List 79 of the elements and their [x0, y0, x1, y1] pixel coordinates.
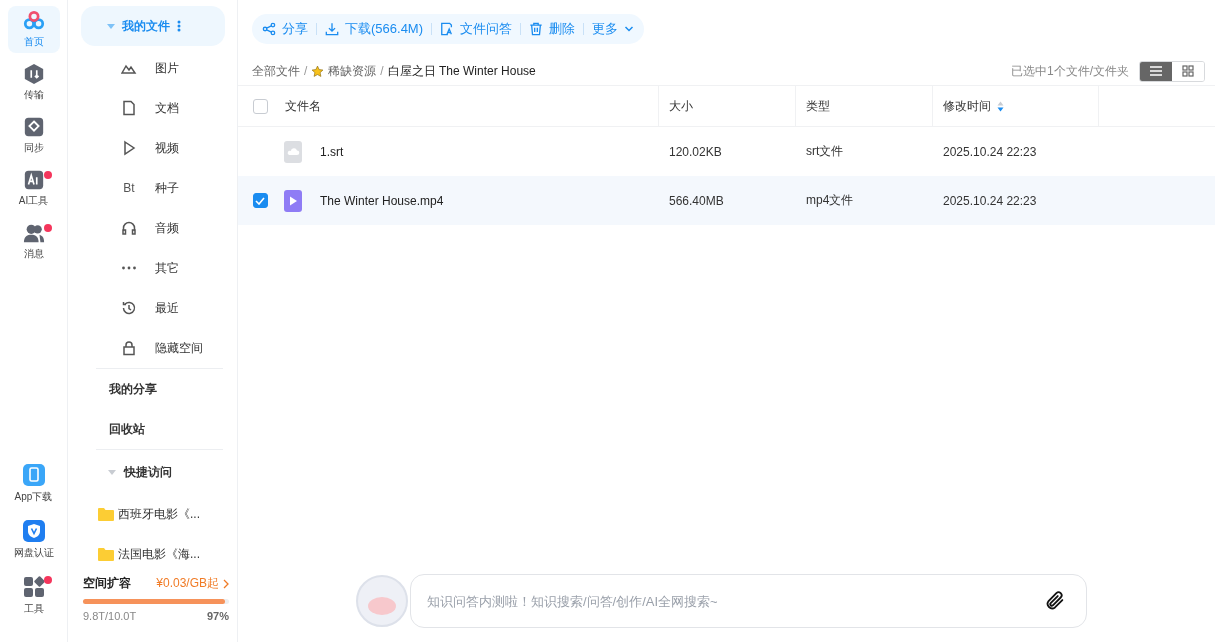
- category-item[interactable]: 音频: [81, 208, 225, 248]
- storage-percent: 97%: [206, 610, 229, 622]
- ai-icon: [22, 169, 45, 191]
- folder-item[interactable]: 西班牙电影《...: [81, 494, 225, 534]
- rail-item[interactable]: 工具: [7, 570, 60, 620]
- file-type: srt文件: [806, 143, 844, 160]
- category-item[interactable]: 隐藏空间: [81, 328, 225, 368]
- chevron-down-icon: [624, 24, 635, 34]
- caret-icon: [107, 23, 115, 29]
- play-icon: [121, 140, 137, 156]
- more-vertical-icon[interactable]: [177, 20, 181, 32]
- rings-logo-icon: [22, 10, 45, 32]
- row-checkbox[interactable]: [252, 193, 268, 208]
- folder-icon: [98, 507, 114, 521]
- rail-item[interactable]: App下载: [7, 458, 60, 508]
- quick-access-header[interactable]: 快捷访问: [81, 450, 225, 494]
- list-view-button[interactable]: [1140, 61, 1172, 81]
- transfer-icon: [22, 63, 45, 85]
- sidebar-link[interactable]: 我的分享: [81, 369, 225, 409]
- file-name[interactable]: 1.srt: [320, 144, 344, 159]
- tiles-icon: [21, 574, 46, 599]
- people-icon: [22, 222, 45, 244]
- sync-icon: [22, 116, 45, 138]
- file-size: 120.02KB: [669, 144, 722, 159]
- category-item[interactable]: 视频: [81, 128, 225, 168]
- bt-icon: Bt: [121, 181, 137, 195]
- folder-icon: [98, 547, 114, 561]
- chevron-right-icon[interactable]: [223, 578, 229, 589]
- column-header[interactable]: 大小: [669, 97, 693, 115]
- category-item[interactable]: 文档: [81, 88, 225, 128]
- lock-icon: [121, 340, 137, 356]
- category-item[interactable]: Bt 种子: [81, 168, 225, 208]
- shield-v-icon: [21, 518, 46, 543]
- rail-item[interactable]: 传输: [7, 59, 60, 106]
- clock-icon: [121, 300, 137, 316]
- phone-icon: [21, 462, 46, 487]
- category-item[interactable]: 最近: [81, 288, 225, 328]
- file-row[interactable]: The Winter House.mp4 566.40MB mp4文件 2025.10.24 22:23: [238, 176, 1215, 225]
- rail-item[interactable]: 消息: [7, 218, 60, 265]
- list-icon: [1149, 65, 1163, 77]
- download-icon: [325, 22, 339, 36]
- headphones-icon: [121, 220, 137, 236]
- document-icon: [121, 100, 137, 116]
- sort-icon[interactable]: [997, 100, 1004, 112]
- file-size: 566.40MB: [669, 193, 724, 208]
- rail-item[interactable]: AI工具: [7, 165, 60, 212]
- grid-icon: [1182, 65, 1194, 77]
- ai-search-bar[interactable]: 知识问答内测啦！知识搜索/问答/创作/AI全网搜索~: [410, 574, 1087, 628]
- storage-expand-label: 空间扩容: [83, 575, 131, 592]
- category-item[interactable]: 其它: [81, 248, 225, 288]
- column-header[interactable]: 类型: [806, 97, 830, 115]
- file-row[interactable]: 1.srt 120.02KB srt文件 2025.10.24 22:23: [238, 127, 1215, 176]
- modified-time: 2025.10.24 22:23: [943, 193, 1037, 208]
- file-name[interactable]: The Winter House.mp4: [320, 193, 444, 208]
- column-header[interactable]: 修改时间: [943, 97, 991, 115]
- rail-item[interactable]: 网盘认证: [7, 514, 60, 564]
- select-all-checkbox[interactable]: [252, 98, 268, 114]
- caret-icon: [108, 469, 116, 475]
- video-file-icon: [284, 189, 302, 212]
- breadcrumb-link[interactable]: 全部文件: [252, 62, 300, 80]
- folder-item[interactable]: 法国电影《海...: [81, 534, 225, 574]
- selection-count: 已选中1个文件/文件夹: [1011, 62, 1129, 80]
- storage-used: 9.8T/10.0T: [83, 610, 137, 622]
- column-header[interactable]: 文件名: [285, 97, 321, 115]
- breadcrumb-link[interactable]: 白屋之日 The Winter House: [387, 62, 536, 80]
- paperclip-icon[interactable]: [1044, 590, 1066, 612]
- file-ask-icon: [440, 22, 455, 36]
- rail-item[interactable]: 同步: [7, 112, 60, 159]
- breadcrumb-separator: /: [304, 64, 308, 78]
- ai-search-field[interactable]: 知识问答内测啦！知识搜索/问答/创作/AI全网搜索~: [425, 592, 1044, 610]
- breadcrumb-separator: /: [380, 64, 384, 78]
- sidebar-link[interactable]: 回收站: [81, 409, 225, 449]
- file-type: mp4文件: [806, 192, 854, 209]
- breadcrumb-link[interactable]: 稀缺资源: [328, 62, 377, 80]
- trash-icon: [529, 22, 544, 36]
- category-item[interactable]: 图片: [81, 48, 225, 88]
- modified-time: 2025.10.24 22:23: [943, 144, 1037, 159]
- share-icon: [262, 22, 276, 36]
- cloud-file-icon: [284, 140, 302, 163]
